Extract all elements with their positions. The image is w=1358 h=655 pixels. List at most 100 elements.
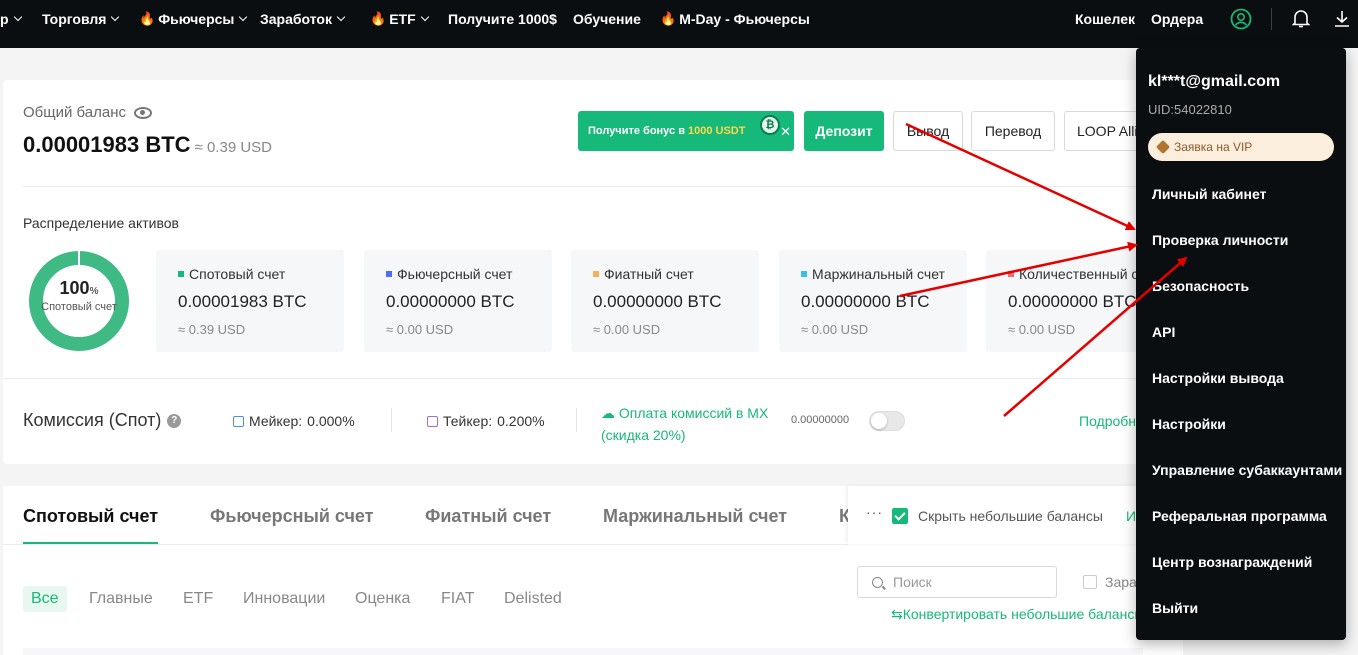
nav-item-partial[interactable]: р <box>0 0 22 38</box>
banner-amount: 1000 USDT <box>687 125 746 137</box>
account-card-spot[interactable]: Спотовый счет 0.00001983 BTC ≈ 0.39 USD <box>156 250 344 352</box>
account-card-futures[interactable]: Фьючерсный счет 0.00000000 BTC ≈ 0.00 US… <box>364 250 552 352</box>
convert-small-text: Конвертировать небольшие балансы <box>902 606 1145 622</box>
account-btc: 0.00000000 BTC <box>386 292 515 311</box>
spot-dot <box>178 271 184 277</box>
account-card-margin[interactable]: Маржинальный счет 0.00000000 BTC ≈ 0.00 … <box>779 250 967 352</box>
fire-icon: 🔥 <box>139 11 156 26</box>
filter-all[interactable]: Все <box>23 586 67 612</box>
maker-label: Мейкер: <box>249 413 303 429</box>
top-navigation: р Торговля 🔥 Фьючерсы Заработок 🔥 ETF Полу… <box>0 0 1358 48</box>
margin-dot <box>801 271 807 277</box>
zero-balance-label: Зара <box>1105 574 1137 590</box>
tab-margin[interactable]: Маржинальный счет <box>603 506 787 527</box>
taker-label: Тейкер: <box>443 413 493 429</box>
help-icon[interactable]: ? <box>167 413 182 428</box>
nav-item-etf[interactable]: 🔥 ETF <box>370 0 429 38</box>
donut-percent-value: 100 <box>59 278 90 298</box>
tab-spot[interactable]: Спотовый счет <box>23 506 158 527</box>
taker-fee: Тейкер: 0.200% <box>427 413 545 429</box>
nav-item-get-1000[interactable]: Получите 1000$ <box>448 0 557 38</box>
zero-balance-checkbox[interactable] <box>1083 575 1097 589</box>
account-name: Маржинальный счет <box>812 266 945 282</box>
transfer-button[interactable]: Перевод <box>971 111 1055 151</box>
user-dropdown-menu: kl***t@gmail.com UID:54022810 Заявка на … <box>1136 48 1346 640</box>
menu-item-settings[interactable]: Настройки <box>1152 416 1226 432</box>
account-btc: 0.00000000 BTC <box>801 292 930 311</box>
chevron-down-icon <box>13 12 22 22</box>
mx-line2: (скидка 20%) <box>601 427 686 443</box>
convert-small-link[interactable]: ⇆Конвертировать небольшие балансы <box>891 606 1144 623</box>
user-email: kl***t@gmail.com <box>1148 73 1281 90</box>
filter-innovation[interactable]: Инновации <box>235 586 333 612</box>
menu-item-personal-cabinet[interactable]: Личный кабинет <box>1152 186 1266 202</box>
eye-icon[interactable] <box>134 106 152 119</box>
bonus-banner[interactable]: Получите бонус в 1000 USDT ₿ ✕ <box>578 111 794 151</box>
menu-item-rewards-center[interactable]: Центр вознаграждений <box>1152 554 1312 570</box>
hide-small-label[interactable]: Скрыть небольшие балансы <box>918 508 1103 524</box>
menu-item-identity-verification[interactable]: Проверка личности <box>1152 232 1288 248</box>
menu-item-subaccounts[interactable]: Управление субаккаунтами <box>1152 462 1342 478</box>
fire-icon: 🔥 <box>660 11 677 26</box>
menu-item-security[interactable]: Безопасность <box>1152 278 1249 294</box>
nav-orders[interactable]: Ордера <box>1151 0 1203 38</box>
account-name: Фиатный счет <box>604 266 694 282</box>
user-icon[interactable] <box>1230 0 1252 38</box>
more-icon[interactable]: ··· <box>866 504 883 520</box>
filter-etf[interactable]: ETF <box>175 586 221 612</box>
user-uid: UID:54022810 <box>1148 102 1232 117</box>
fiat-dot <box>593 271 599 277</box>
total-balance-value: 0.00001983 BTC ≈ 0.39 USD <box>23 132 272 158</box>
convert-icon: ⇆ <box>891 606 903 622</box>
bitcoin-icon: ₿ <box>760 115 780 135</box>
vip-application-button[interactable]: Заявка на VIP <box>1148 133 1334 161</box>
withdraw-button[interactable]: Вывод <box>893 111 963 151</box>
bell-icon[interactable] <box>1292 0 1310 38</box>
nav-item-trade[interactable]: Торговля <box>42 0 120 38</box>
mx-value: 0.00000000 <box>791 414 850 426</box>
close-icon[interactable]: ✕ <box>780 124 791 140</box>
filter-delisted[interactable]: Delisted <box>496 586 570 612</box>
download-icon[interactable] <box>1333 0 1351 38</box>
search-input[interactable] <box>893 574 1043 590</box>
chevron-down-icon <box>111 12 120 22</box>
nav-item-trade-label: Торговля <box>42 11 107 27</box>
mx-fee-toggle[interactable] <box>869 411 905 431</box>
balance-btc: 0.00001983 BTC <box>23 132 191 157</box>
nav-item-earn[interactable]: Заработок <box>260 0 346 38</box>
account-usd: ≈ 0.00 USD <box>801 322 869 337</box>
maker-icon <box>233 415 244 427</box>
nav-item-futures[interactable]: 🔥 Фьючерсы <box>139 0 248 38</box>
nav-item-etf-label: ETF <box>389 11 416 27</box>
hide-small-checkbox[interactable] <box>892 508 908 524</box>
filter-fiat[interactable]: FIAT <box>433 586 482 612</box>
nav-item-mday[interactable]: 🔥 M-Day - Фьючерсы <box>660 0 810 38</box>
nav-item-mday-label: M-Day - Фьючерсы <box>679 11 810 27</box>
filter-assessment[interactable]: Оценка <box>347 586 418 612</box>
account-usd: ≈ 0.00 USD <box>1008 322 1076 337</box>
menu-item-withdraw-settings[interactable]: Настройки вывода <box>1152 370 1284 386</box>
account-usd: ≈ 0.39 USD <box>178 322 246 337</box>
vip-label: Заявка на VIP <box>1174 140 1253 154</box>
account-name: Фьючерсный счет <box>397 266 513 282</box>
menu-item-logout[interactable]: Выйти <box>1152 600 1198 616</box>
nav-item-learn[interactable]: Обучение <box>573 0 641 38</box>
menu-item-referral[interactable]: Реферальная программа <box>1152 508 1327 524</box>
fee-separator <box>391 408 392 432</box>
account-card-fiat[interactable]: Фиатный счет 0.00000000 BTC ≈ 0.00 USD <box>571 250 759 352</box>
menu-item-api[interactable]: API <box>1152 324 1175 340</box>
filter-main[interactable]: Главные <box>81 586 161 612</box>
nav-item-partial-label: р <box>0 11 9 27</box>
banner-text: Получите бонус в <box>588 125 685 137</box>
nav-wallet[interactable]: Кошелек <box>1075 0 1135 38</box>
fee-details-link[interactable]: Подробн <box>1079 413 1136 429</box>
accounts-table-card: Спотовый счет Фьючерсный счет Фиатный сч… <box>3 486 1183 655</box>
tab-futures[interactable]: Фьючерсный счет <box>210 506 373 527</box>
deposit-button[interactable]: Депозит <box>804 111 884 151</box>
tools-extra-link[interactable]: И <box>1126 508 1136 524</box>
maker-fee: Мейкер: 0.000% <box>233 413 355 429</box>
account-name: Количественный с <box>1019 266 1139 282</box>
account-btc: 0.00000000 BTC <box>1008 292 1137 311</box>
chevron-down-icon <box>239 12 248 22</box>
tab-fiat[interactable]: Фиатный счет <box>425 506 551 527</box>
